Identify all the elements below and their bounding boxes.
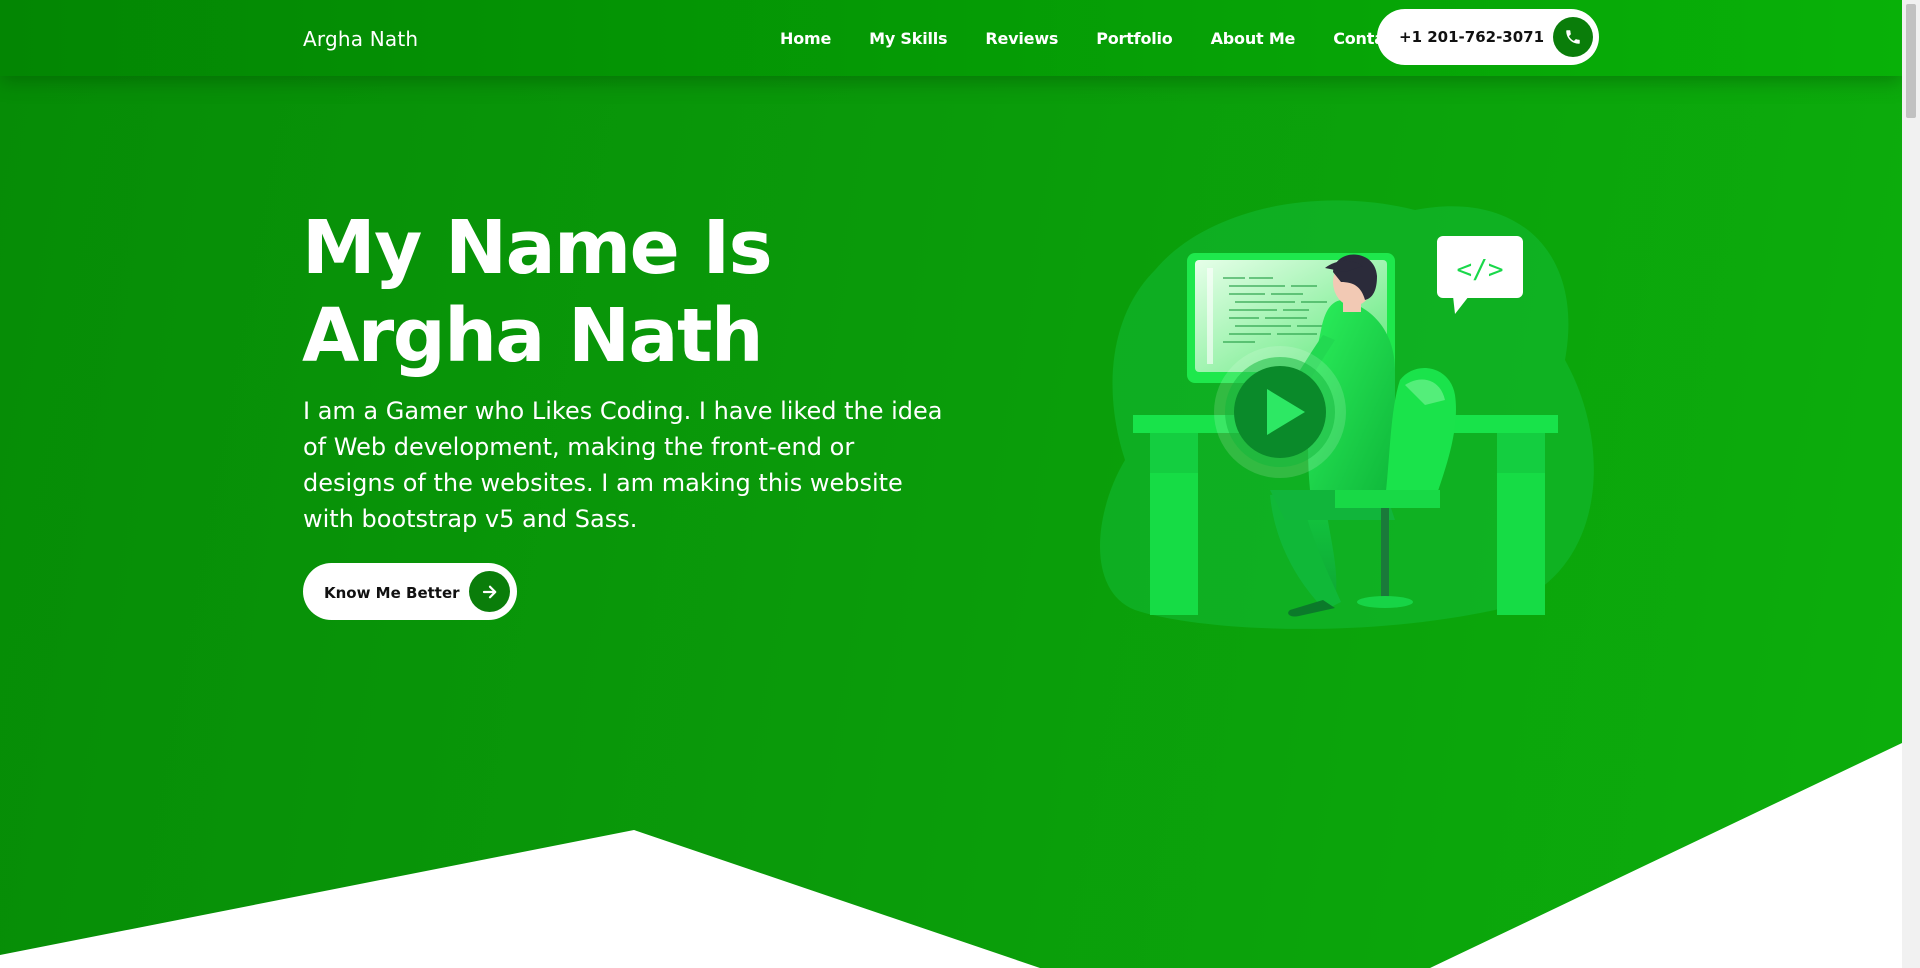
nav-link-reviews[interactable]: Reviews [985, 29, 1058, 48]
nav-link-portfolio[interactable]: Portfolio [1096, 29, 1173, 48]
play-icon [1214, 346, 1346, 478]
nav-links: Home My Skills Reviews Portfolio About M… [780, 29, 1471, 48]
play-video-button[interactable] [1211, 343, 1349, 481]
page: Argha Nath Home My Skills Reviews Portfo… [0, 0, 1920, 968]
nav-link-about-me[interactable]: About Me [1211, 29, 1296, 48]
hero-title-line2: Argha Nath [302, 293, 764, 379]
nav-link-home[interactable]: Home [780, 29, 831, 48]
hero-title-line1: My Name Is [302, 205, 773, 291]
scrollbar[interactable] [1902, 0, 1920, 968]
scrollbar-thumb[interactable] [1906, 4, 1916, 118]
phone-button[interactable]: +1 201-762-3071 [1377, 9, 1599, 65]
hero-description: I am a Gamer who Likes Coding. I have li… [303, 397, 943, 533]
phone-number: +1 201-762-3071 [1399, 28, 1545, 46]
know-me-better-button[interactable]: Know Me Better [303, 563, 517, 620]
phone-icon [1553, 17, 1593, 57]
nav-link-my-skills[interactable]: My Skills [869, 29, 947, 48]
arrow-right-icon [469, 571, 510, 612]
navbar: Argha Nath Home My Skills Reviews Portfo… [0, 0, 1902, 76]
developer-illustration: </> [1100, 200, 1594, 629]
cta-label: Know Me Better [324, 584, 460, 602]
code-bubble-text: </> [1457, 255, 1504, 285]
bottom-wave-shape [0, 743, 1902, 968]
brand-logo[interactable]: Argha Nath [303, 27, 418, 51]
hero-title: My Name Is Argha Nath [302, 204, 1022, 380]
